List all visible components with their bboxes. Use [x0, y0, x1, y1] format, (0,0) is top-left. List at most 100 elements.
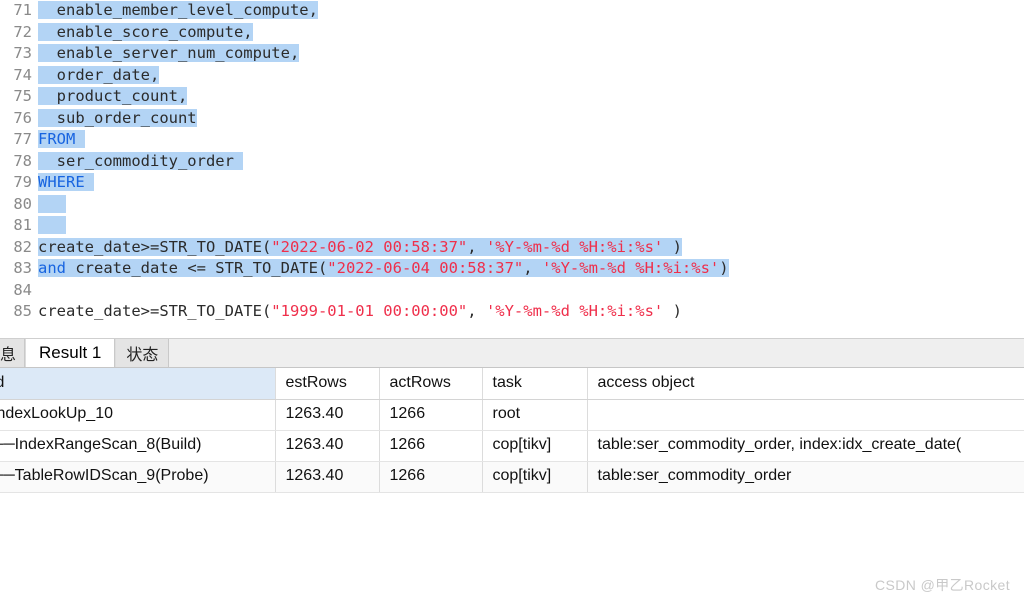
- line-number: 80: [13, 194, 32, 213]
- line-number: 71: [13, 1, 32, 19]
- code-token: FROM: [38, 130, 85, 148]
- cell-estRows[interactable]: 1263.40: [275, 399, 380, 431]
- code-token: '%Y-%m-%d %H:%i:%s': [485, 237, 664, 256]
- code-line[interactable]: 74 order_date,: [0, 65, 1024, 87]
- cell-actRows[interactable]: 1266: [379, 430, 483, 462]
- table-row[interactable]: ├─IndexRangeScan_8(Build) 1263.40 1266 cop[…: [0, 430, 1024, 462]
- line-number: 81: [13, 216, 32, 234]
- code-token: and: [38, 259, 66, 277]
- code-line[interactable]: 81: [0, 215, 1024, 237]
- code-token: [38, 194, 66, 213]
- code-line-text[interactable]: and create_date <= STR_TO_DATE("2022-06-…: [38, 258, 729, 280]
- result-panel[interactable]: idestRowsactRowstaskaccess object IndexL…: [0, 368, 1024, 603]
- app-root: 71 enable_member_level_compute, 72 enable…: [0, 0, 1024, 603]
- code-token: sub_order_count: [38, 108, 197, 127]
- code-line[interactable]: 78 ser_commodity_order: [0, 151, 1024, 173]
- code-token: create_date>=STR_TO_DATE(: [38, 302, 272, 320]
- code-line-text[interactable]: enable_member_level_compute,: [38, 0, 318, 22]
- explain-result-table[interactable]: idestRowsactRowstaskaccess object IndexL…: [0, 368, 1024, 493]
- code-line[interactable]: 75 product_count,: [0, 86, 1024, 108]
- table-row[interactable]: IndexLookUp_10 1263.40 1266 root: [0, 399, 1024, 431]
- code-line-text[interactable]: sub_order_count: [38, 108, 197, 130]
- result-tab-result-1[interactable]: Result 1: [25, 339, 116, 367]
- cell-task[interactable]: cop[tikv]: [482, 430, 588, 462]
- code-line-text[interactable]: create_date>=STR_TO_DATE("1999-01-01 00:…: [38, 301, 682, 323]
- code-token: ser_commodity_order: [38, 151, 244, 170]
- line-number: 77: [13, 130, 32, 148]
- cell-id[interactable]: └─TableRowIDScan_9(Probe): [0, 461, 276, 493]
- code-line[interactable]: 72 enable_score_compute,: [0, 22, 1024, 44]
- code-token: ): [663, 302, 682, 320]
- code-token: enable_server_num_compute,: [38, 44, 300, 62]
- cell-id[interactable]: IndexLookUp_10: [0, 399, 276, 431]
- column-header-access_object[interactable]: access object: [587, 368, 1024, 400]
- code-line[interactable]: 85 create_date>=STR_TO_DATE("1999-01-01 0…: [0, 301, 1024, 323]
- code-token: create_date>=STR_TO_DATE(: [38, 237, 272, 256]
- code-token: order_date,: [38, 65, 160, 84]
- result-tab-状态[interactable]: 状态: [115, 339, 170, 367]
- sql-editor[interactable]: 71 enable_member_level_compute, 72 enable…: [0, 0, 1024, 338]
- code-token: '%Y-%m-%d %H:%i:%s': [485, 302, 664, 320]
- code-token: ,: [467, 302, 486, 320]
- code-line[interactable]: 84: [0, 280, 1024, 302]
- code-line-text[interactable]: [38, 194, 66, 216]
- code-line-text[interactable]: ser_commodity_order: [38, 151, 244, 173]
- code-token: enable_member_level_compute,: [38, 1, 318, 19]
- code-line-text[interactable]: FROM: [38, 129, 85, 151]
- cell-id[interactable]: ├─IndexRangeScan_8(Build): [0, 430, 276, 462]
- column-header-estRows[interactable]: estRows: [275, 368, 380, 400]
- code-line[interactable]: 71 enable_member_level_compute,: [0, 0, 1024, 22]
- code-line[interactable]: 80: [0, 194, 1024, 216]
- line-number: 78: [13, 151, 32, 170]
- result-tab-bar[interactable]: 息 Result 1 状态: [0, 338, 1024, 368]
- code-line[interactable]: 76 sub_order_count: [0, 108, 1024, 130]
- code-token: ,: [467, 237, 486, 256]
- cell-access_object[interactable]: table:ser_commodity_order: [587, 461, 1024, 493]
- column-header-task[interactable]: task: [482, 368, 588, 400]
- code-token: create_date <= STR_TO_DATE(: [66, 259, 328, 277]
- code-token: "2022-06-02 00:58:37": [271, 237, 468, 256]
- tab-label: 息: [0, 346, 17, 364]
- cell-actRows[interactable]: 1266: [379, 461, 483, 493]
- code-token: ): [663, 237, 682, 256]
- tab-label: 状态: [126, 346, 159, 364]
- line-number: 76: [13, 108, 32, 127]
- table-body: IndexLookUp_10 1263.40 1266 root ├─IndexRang…: [0, 399, 1024, 493]
- code-line-text[interactable]: [38, 215, 66, 237]
- cell-task[interactable]: cop[tikv]: [482, 461, 588, 493]
- line-number: 83: [13, 259, 32, 277]
- cell-access_object[interactable]: [587, 399, 1024, 431]
- cell-actRows[interactable]: 1266: [379, 399, 483, 431]
- line-number: 72: [13, 22, 32, 41]
- code-token: WHERE: [38, 173, 94, 191]
- code-line[interactable]: 83 and create_date <= STR_TO_DATE("2022-0…: [0, 258, 1024, 280]
- code-line[interactable]: 77 FROM: [0, 129, 1024, 151]
- code-line-text[interactable]: order_date,: [38, 65, 160, 87]
- code-token: product_count,: [38, 87, 188, 105]
- line-number: 85: [13, 302, 32, 320]
- result-tab-息[interactable]: 息: [0, 339, 26, 367]
- cell-task[interactable]: root: [482, 399, 588, 431]
- code-token: '%Y-%m-%d %H:%i:%s': [541, 259, 720, 277]
- code-line-text[interactable]: create_date>=STR_TO_DATE("2022-06-02 00:…: [38, 237, 682, 259]
- cell-estRows[interactable]: 1263.40: [275, 430, 380, 462]
- code-line-text[interactable]: enable_score_compute,: [38, 22, 253, 44]
- code-token: "1999-01-01 00:00:00": [271, 302, 468, 320]
- column-header-id[interactable]: id: [0, 368, 276, 400]
- table-row[interactable]: └─TableRowIDScan_9(Probe) 1263.40 1266 cop[…: [0, 461, 1024, 493]
- code-line-text[interactable]: enable_server_num_compute,: [38, 43, 300, 65]
- code-line[interactable]: 73 enable_server_num_compute,: [0, 43, 1024, 65]
- tab-label: Result 1: [39, 343, 102, 362]
- code-line-text[interactable]: WHERE: [38, 172, 94, 194]
- cell-access_object[interactable]: table:ser_commodity_order, index:idx_cre…: [587, 430, 1024, 462]
- column-header-actRows[interactable]: actRows: [379, 368, 483, 400]
- cell-estRows[interactable]: 1263.40: [275, 461, 380, 493]
- code-line[interactable]: 82 create_date>=STR_TO_DATE("2022-06-02 0…: [0, 237, 1024, 259]
- line-number: 84: [13, 280, 32, 299]
- line-number: 82: [13, 237, 32, 256]
- line-number: 75: [13, 87, 32, 105]
- sql-code-area[interactable]: 71 enable_member_level_compute, 72 enable…: [0, 0, 1024, 323]
- code-line-text[interactable]: product_count,: [38, 86, 188, 108]
- code-token: ,: [523, 259, 542, 277]
- code-line[interactable]: 79 WHERE: [0, 172, 1024, 194]
